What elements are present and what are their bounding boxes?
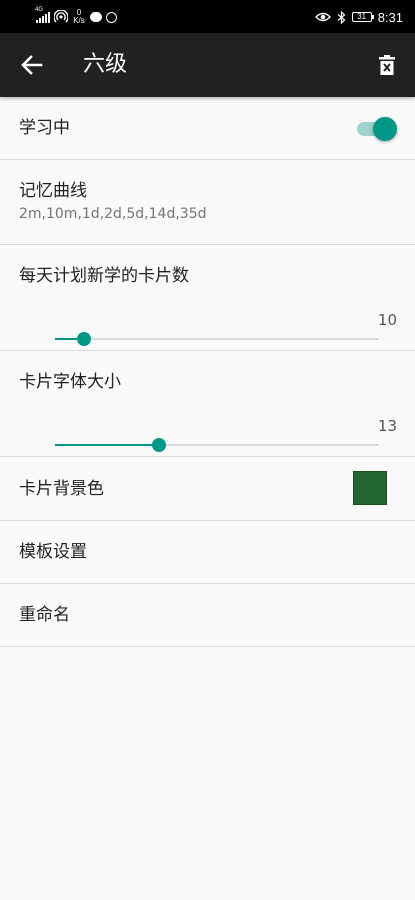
learning-toggle[interactable] [357, 117, 397, 141]
status-left: 4G 0 K/s [35, 7, 117, 27]
daily-new-cards-value: 10 [377, 311, 397, 329]
toggle-thumb [373, 117, 397, 141]
card-bg-color-row[interactable]: 卡片背景色 [0, 457, 415, 521]
card-font-size-label: 卡片字体大小 [19, 372, 121, 392]
card-bg-color-label: 卡片背景色 [19, 479, 104, 499]
bluetooth-icon [337, 10, 346, 24]
card-bg-color-swatch[interactable] [353, 471, 387, 505]
daily-new-cards-row: 每天计划新学的卡片数 10 [0, 245, 415, 351]
template-settings-row[interactable]: 模板设置 [0, 521, 415, 584]
cell-signal-icon: 4G [35, 7, 50, 23]
settings-list: 学习中 记忆曲线 2m,10m,1d,2d,5d,14d,35d 每天计划新学的… [0, 97, 415, 647]
app-bar: 六级 [0, 33, 415, 97]
daily-new-cards-label: 每天计划新学的卡片数 [19, 266, 189, 286]
rename-row[interactable]: 重命名 [0, 584, 415, 647]
memory-curve-row[interactable]: 记忆曲线 2m,10m,1d,2d,5d,14d,35d [0, 160, 415, 245]
status-right: 31 8:31 [314, 7, 403, 27]
card-font-size-slider[interactable] [55, 437, 379, 453]
delete-button[interactable] [375, 53, 399, 77]
memory-curve-label: 记忆曲线 [19, 181, 87, 201]
card-font-size-value: 13 [377, 417, 397, 435]
memory-curve-value: 2m,10m,1d,2d,5d,14d,35d [19, 206, 207, 222]
back-button[interactable] [18, 51, 46, 79]
status-bar: 4G 0 K/s 31 8:31 [0, 0, 415, 33]
app-notification-icon [106, 11, 117, 23]
learning-row[interactable]: 学习中 [0, 97, 415, 160]
battery-icon: 31 [351, 12, 374, 22]
card-font-size-row: 卡片字体大小 13 [0, 351, 415, 457]
template-settings-label: 模板设置 [19, 542, 87, 562]
slider-fill [55, 444, 159, 446]
net-speed-unit: K/s [73, 16, 85, 25]
slider-rail [55, 338, 379, 340]
status-time: 8:31 [377, 9, 403, 25]
page-title: 六级 [83, 52, 128, 77]
arrow-left-icon [21, 55, 43, 75]
eye-comfort-icon [314, 12, 331, 22]
signal-label: 4G [35, 7, 44, 13]
slider-thumb[interactable] [151, 438, 166, 452]
hotspot-icon [54, 10, 68, 23]
daily-new-cards-slider[interactable] [55, 331, 379, 347]
chat-notification-icon [90, 12, 102, 22]
learning-label: 学习中 [19, 118, 70, 138]
trash-icon [379, 55, 395, 75]
rename-label: 重命名 [19, 605, 70, 625]
slider-thumb[interactable] [77, 332, 92, 346]
net-speed: 0 K/s [72, 9, 86, 25]
